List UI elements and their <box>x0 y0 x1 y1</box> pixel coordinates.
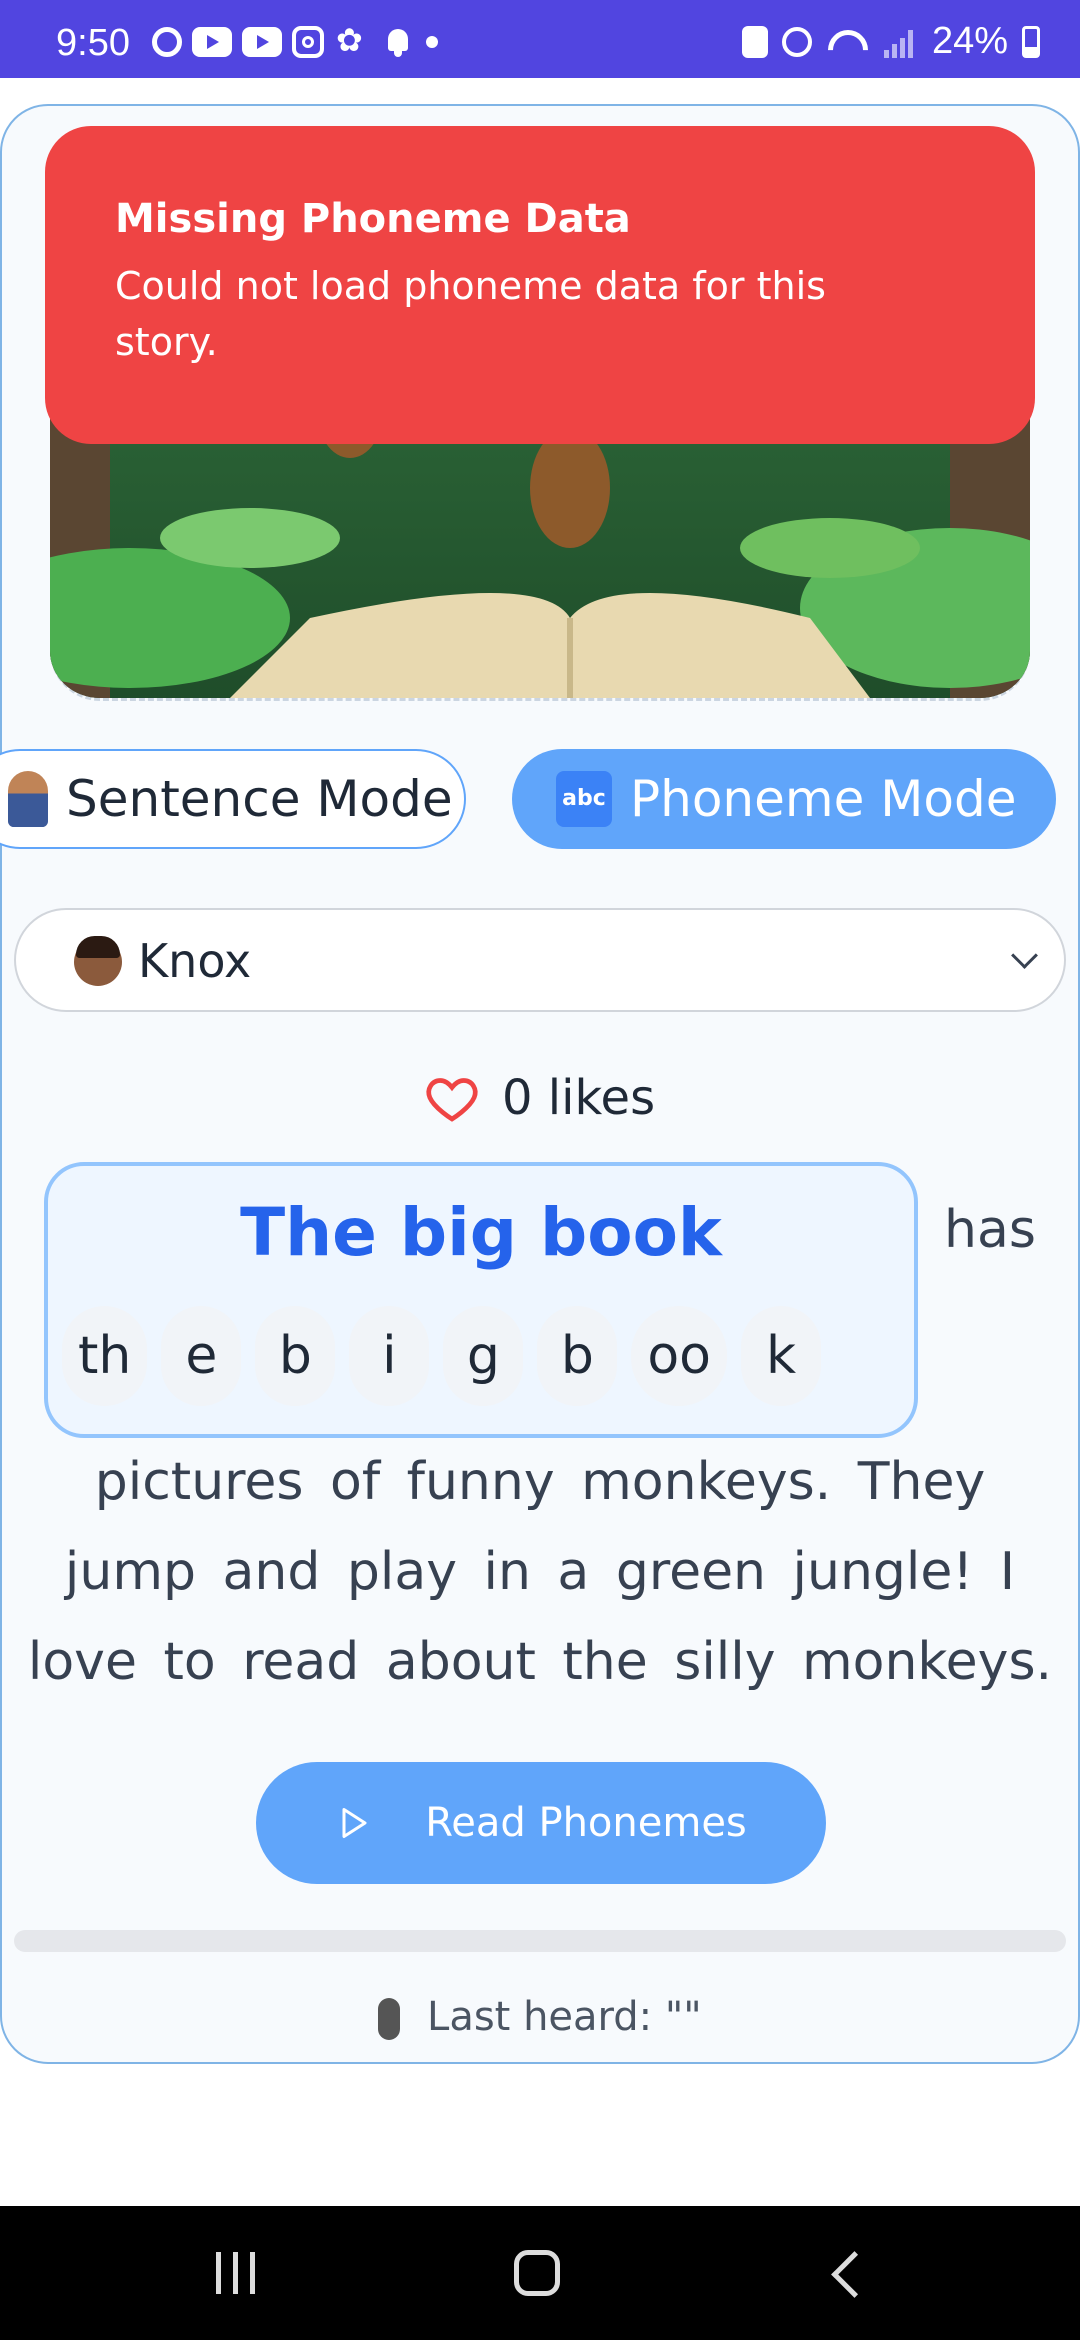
voice-selected-value: Knox <box>138 934 252 988</box>
battery-icon <box>1022 25 1040 58</box>
phoneme-chip[interactable]: oo <box>631 1306 727 1406</box>
last-heard: Last heard: "" <box>0 1994 1080 2040</box>
chrome-icon <box>152 27 182 57</box>
voice-select[interactable]: Knox <box>14 908 1066 1012</box>
back-icon[interactable] <box>831 2251 878 2298</box>
likes: 0 likes <box>424 1066 655 1130</box>
battery-percent: 24% <box>931 20 1008 62</box>
battery-saver-icon <box>741 25 768 58</box>
phoneme-chip[interactable]: i <box>349 1306 430 1406</box>
phoneme-mode-button[interactable]: abc Phoneme Mode <box>512 749 1056 849</box>
play-icon <box>342 1808 367 1838</box>
status-bar: 9:50 24% <box>0 0 1080 78</box>
more-notifications-dot-icon <box>426 36 438 48</box>
current-word-box[interactable]: The big book th e b i g b oo k <box>44 1162 918 1438</box>
app-notification-icon <box>334 21 370 59</box>
phoneme-chip[interactable]: b <box>537 1306 618 1406</box>
status-time: 9:50 <box>56 22 130 64</box>
sentence-mode-label: Sentence Mode <box>66 770 453 828</box>
story-word[interactable]: has <box>944 1200 1036 1260</box>
alarm-icon <box>781 26 812 57</box>
last-heard-text: Last heard: "" <box>427 1994 702 2040</box>
youtube-icon <box>192 27 232 57</box>
phoneme-chip[interactable]: g <box>443 1306 524 1406</box>
person-icon <box>8 771 48 827</box>
story-text-line[interactable]: love to read about the silly monkeys. <box>0 1632 1080 1692</box>
navigation-bar <box>0 2206 1080 2340</box>
home-icon[interactable] <box>514 2250 560 2296</box>
instagram-icon <box>292 26 324 58</box>
likes-count: 0 likes <box>502 1070 656 1126</box>
wifi-icon <box>826 26 870 58</box>
phoneme-mode-label: Phoneme Mode <box>630 770 1017 828</box>
story-text-line[interactable]: jump and play in a green jungle! I <box>0 1542 1080 1602</box>
signal-icon <box>883 26 918 58</box>
highlighted-word: The big book <box>240 1194 722 1271</box>
phoneme-chip[interactable]: th <box>62 1306 148 1406</box>
system-icons: 24% <box>741 20 1040 63</box>
reading-progress-bar <box>14 1930 1066 1952</box>
sentence-mode-button[interactable]: Sentence Mode <box>0 749 466 849</box>
phoneme-list: th e b i g b oo k <box>62 1306 821 1406</box>
chevron-down-icon <box>1011 942 1038 969</box>
recent-apps-icon[interactable] <box>216 2252 255 2294</box>
notification-icons <box>152 21 438 59</box>
phoneme-chip[interactable]: b <box>255 1306 336 1406</box>
phoneme-chip[interactable]: e <box>161 1306 242 1406</box>
phoneme-chip[interactable]: k <box>741 1306 821 1406</box>
read-phonemes-label: Read Phonemes <box>425 1800 747 1846</box>
bell-icon <box>380 27 416 57</box>
abc-icon: abc <box>556 771 612 827</box>
microphone-icon <box>378 1998 401 2040</box>
read-phonemes-button[interactable]: Read Phonemes <box>256 1762 826 1884</box>
error-toast[interactable]: Missing Phoneme Data Could not load phon… <box>45 126 1035 444</box>
youtube-icon <box>242 27 282 57</box>
voice-avatar-icon <box>74 936 122 986</box>
toast-title: Missing Phoneme Data <box>115 196 631 242</box>
story-text-line[interactable]: pictures of funny monkeys. They <box>0 1452 1080 1512</box>
toast-message: Could not load phoneme data for this sto… <box>115 264 826 364</box>
heart-icon[interactable] <box>424 1070 480 1126</box>
